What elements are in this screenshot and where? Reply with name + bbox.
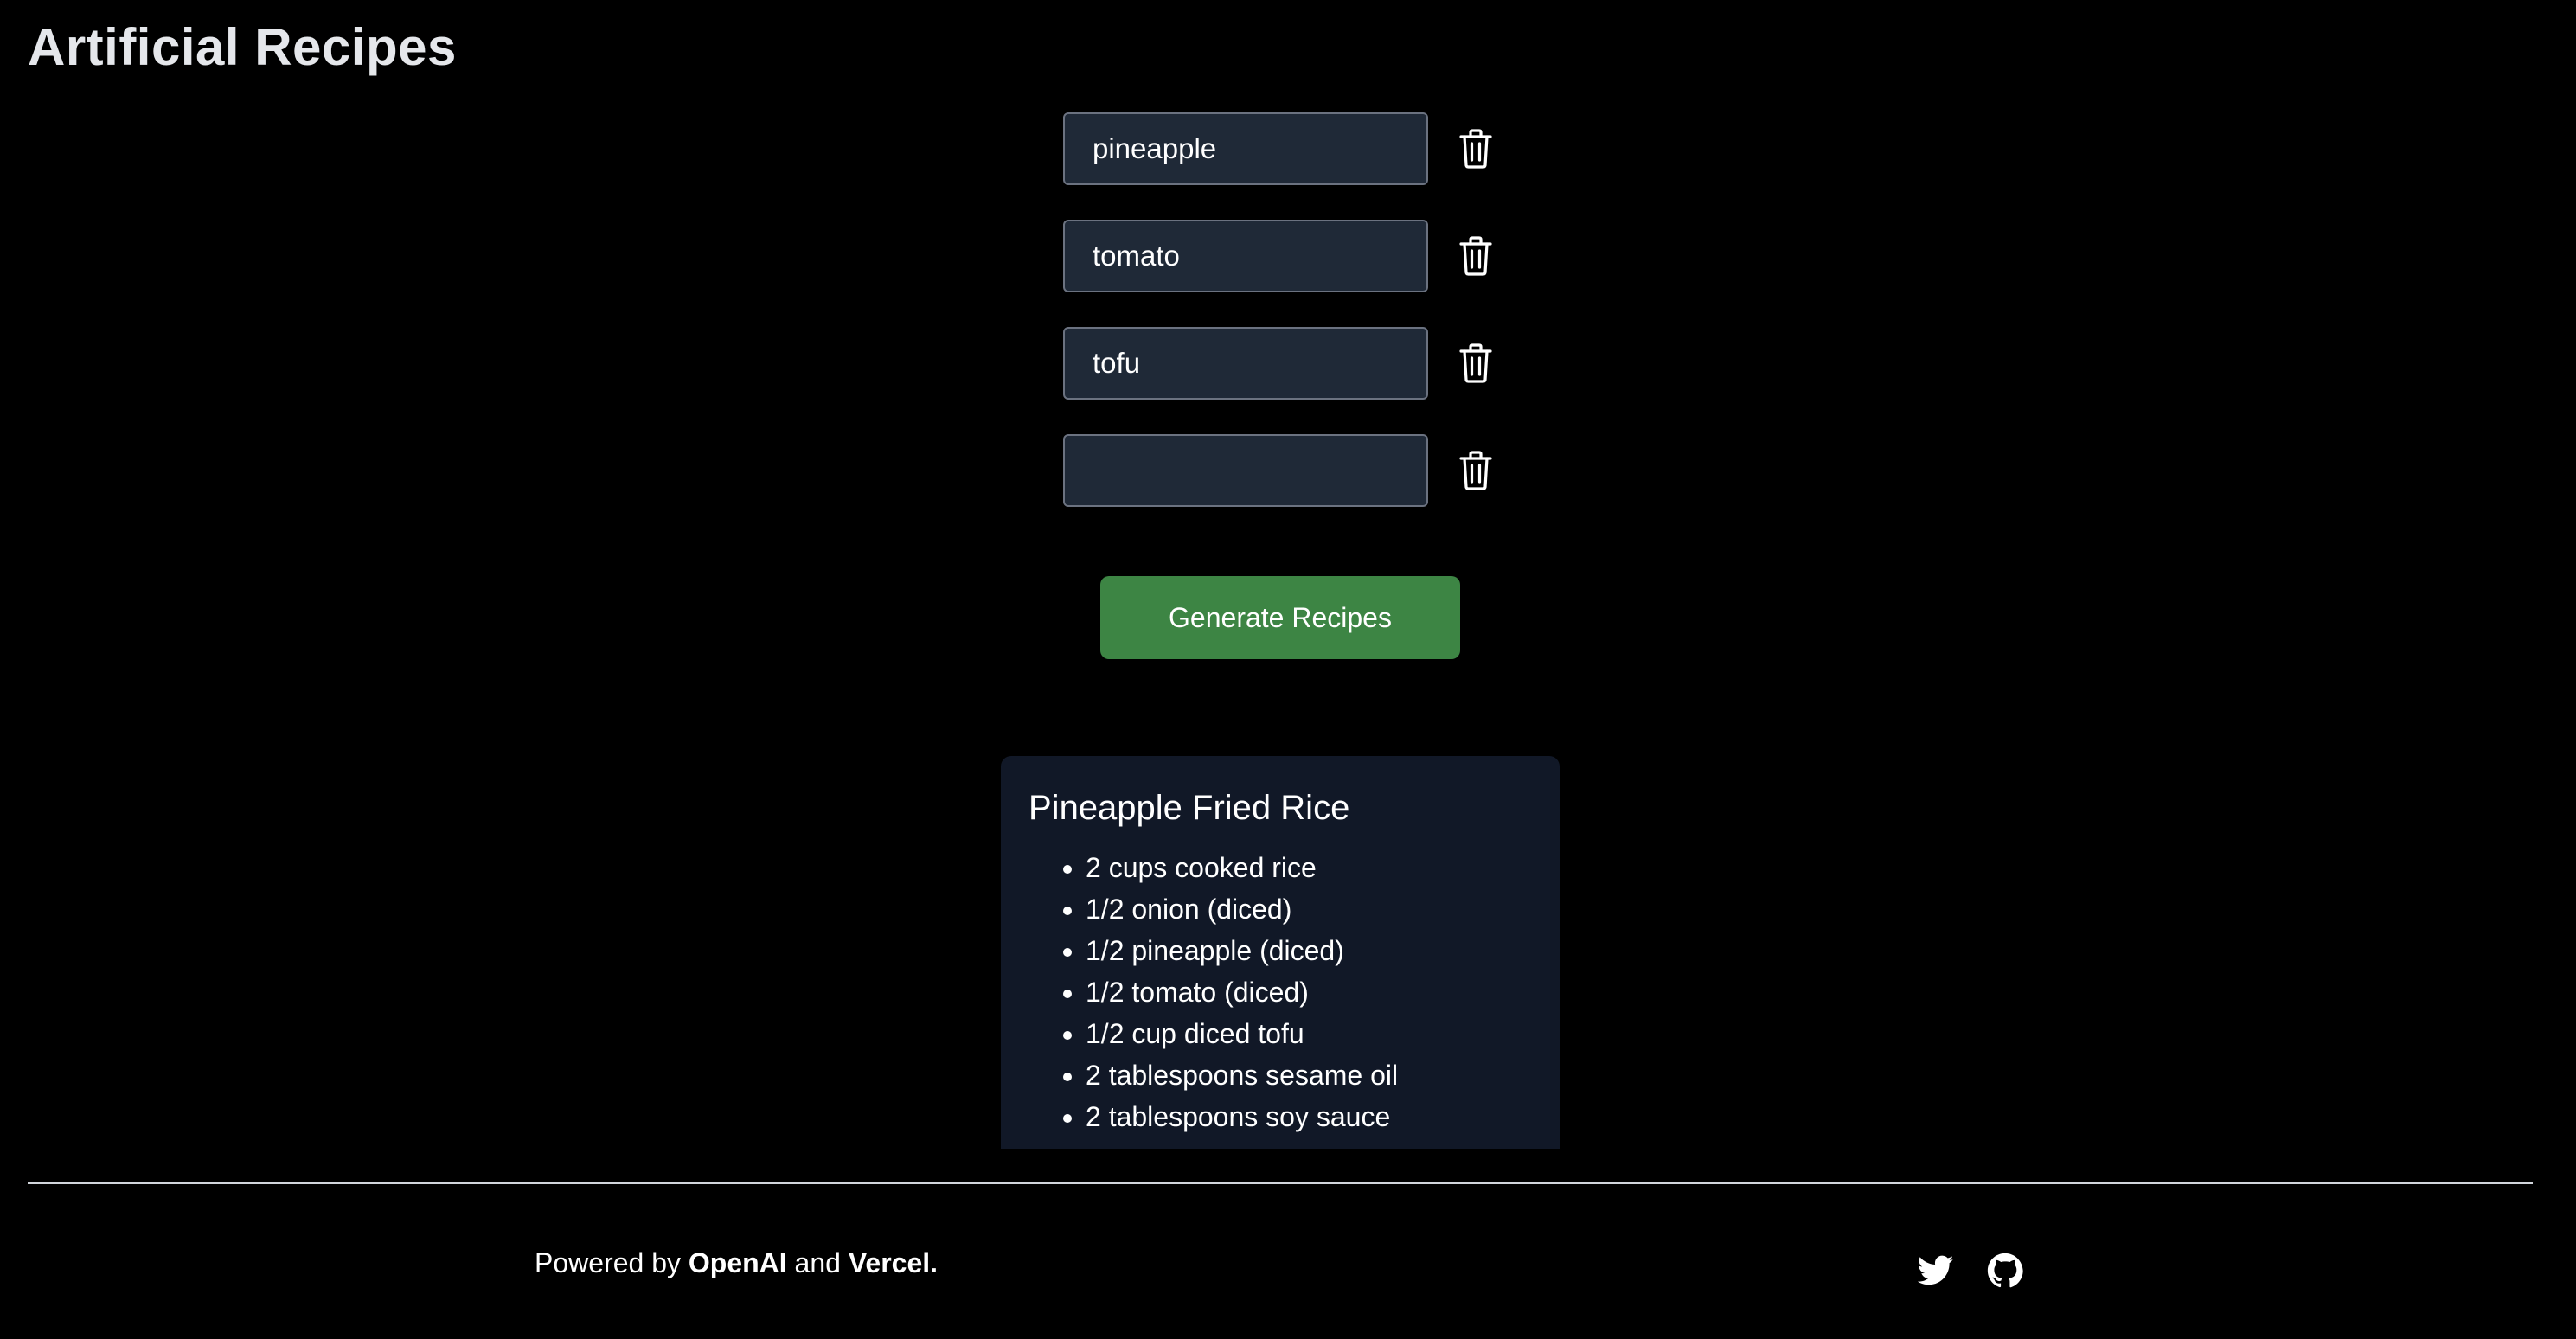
and-text: and [794, 1247, 841, 1278]
powered-by-text: Powered by [535, 1247, 681, 1278]
recipe-title: Pineapple Fried Rice [1028, 789, 1350, 827]
ingredient-list-form [1063, 112, 1496, 541]
trash-icon[interactable] [1456, 126, 1496, 171]
trash-icon[interactable] [1456, 341, 1496, 386]
recipe-ingredient-item: 1/2 onion (diced) [1086, 888, 1532, 930]
vercel-link[interactable]: Vercel. [849, 1247, 938, 1278]
trash-icon[interactable] [1456, 448, 1496, 493]
ingredient-row [1063, 112, 1496, 185]
recipe-ingredient-item: 1/2 tomato (diced) [1086, 971, 1532, 1013]
recipe-ingredient-item: 2 cups cooked rice [1086, 847, 1532, 888]
generate-recipes-button[interactable]: Generate Recipes [1100, 576, 1460, 659]
ingredient-row [1063, 434, 1496, 507]
ingredient-input-4[interactable] [1063, 434, 1428, 507]
recipe-ingredient-list: 2 cups cooked rice 1/2 onion (diced) 1/2… [1028, 847, 1532, 1137]
recipe-ingredient-item: 1/2 cup diced tofu [1086, 1013, 1532, 1054]
recipe-ingredient-item: 2 tablespoons sesame oil [1086, 1054, 1532, 1096]
ingredient-row [1063, 220, 1496, 292]
recipe-ingredient-item: 2 tablespoons soy sauce [1086, 1096, 1532, 1137]
footer-divider [28, 1182, 2533, 1184]
recipe-card: Pineapple Fried Rice 2 cups cooked rice … [1001, 756, 1560, 1149]
footer-credits: Powered by OpenAI and Vercel. [535, 1247, 938, 1279]
twitter-icon[interactable] [1917, 1252, 1955, 1290]
ingredient-input-2[interactable] [1063, 220, 1428, 292]
github-icon[interactable] [1986, 1252, 2024, 1290]
app-title: Artificial Recipes [28, 18, 457, 76]
ingredient-input-1[interactable] [1063, 112, 1428, 185]
recipe-ingredient-item: 1/2 pineapple (diced) [1086, 930, 1532, 971]
social-links [1917, 1252, 2055, 1290]
openai-link[interactable]: OpenAI [689, 1247, 787, 1278]
ingredient-row [1063, 327, 1496, 400]
trash-icon[interactable] [1456, 234, 1496, 279]
ingredient-input-3[interactable] [1063, 327, 1428, 400]
